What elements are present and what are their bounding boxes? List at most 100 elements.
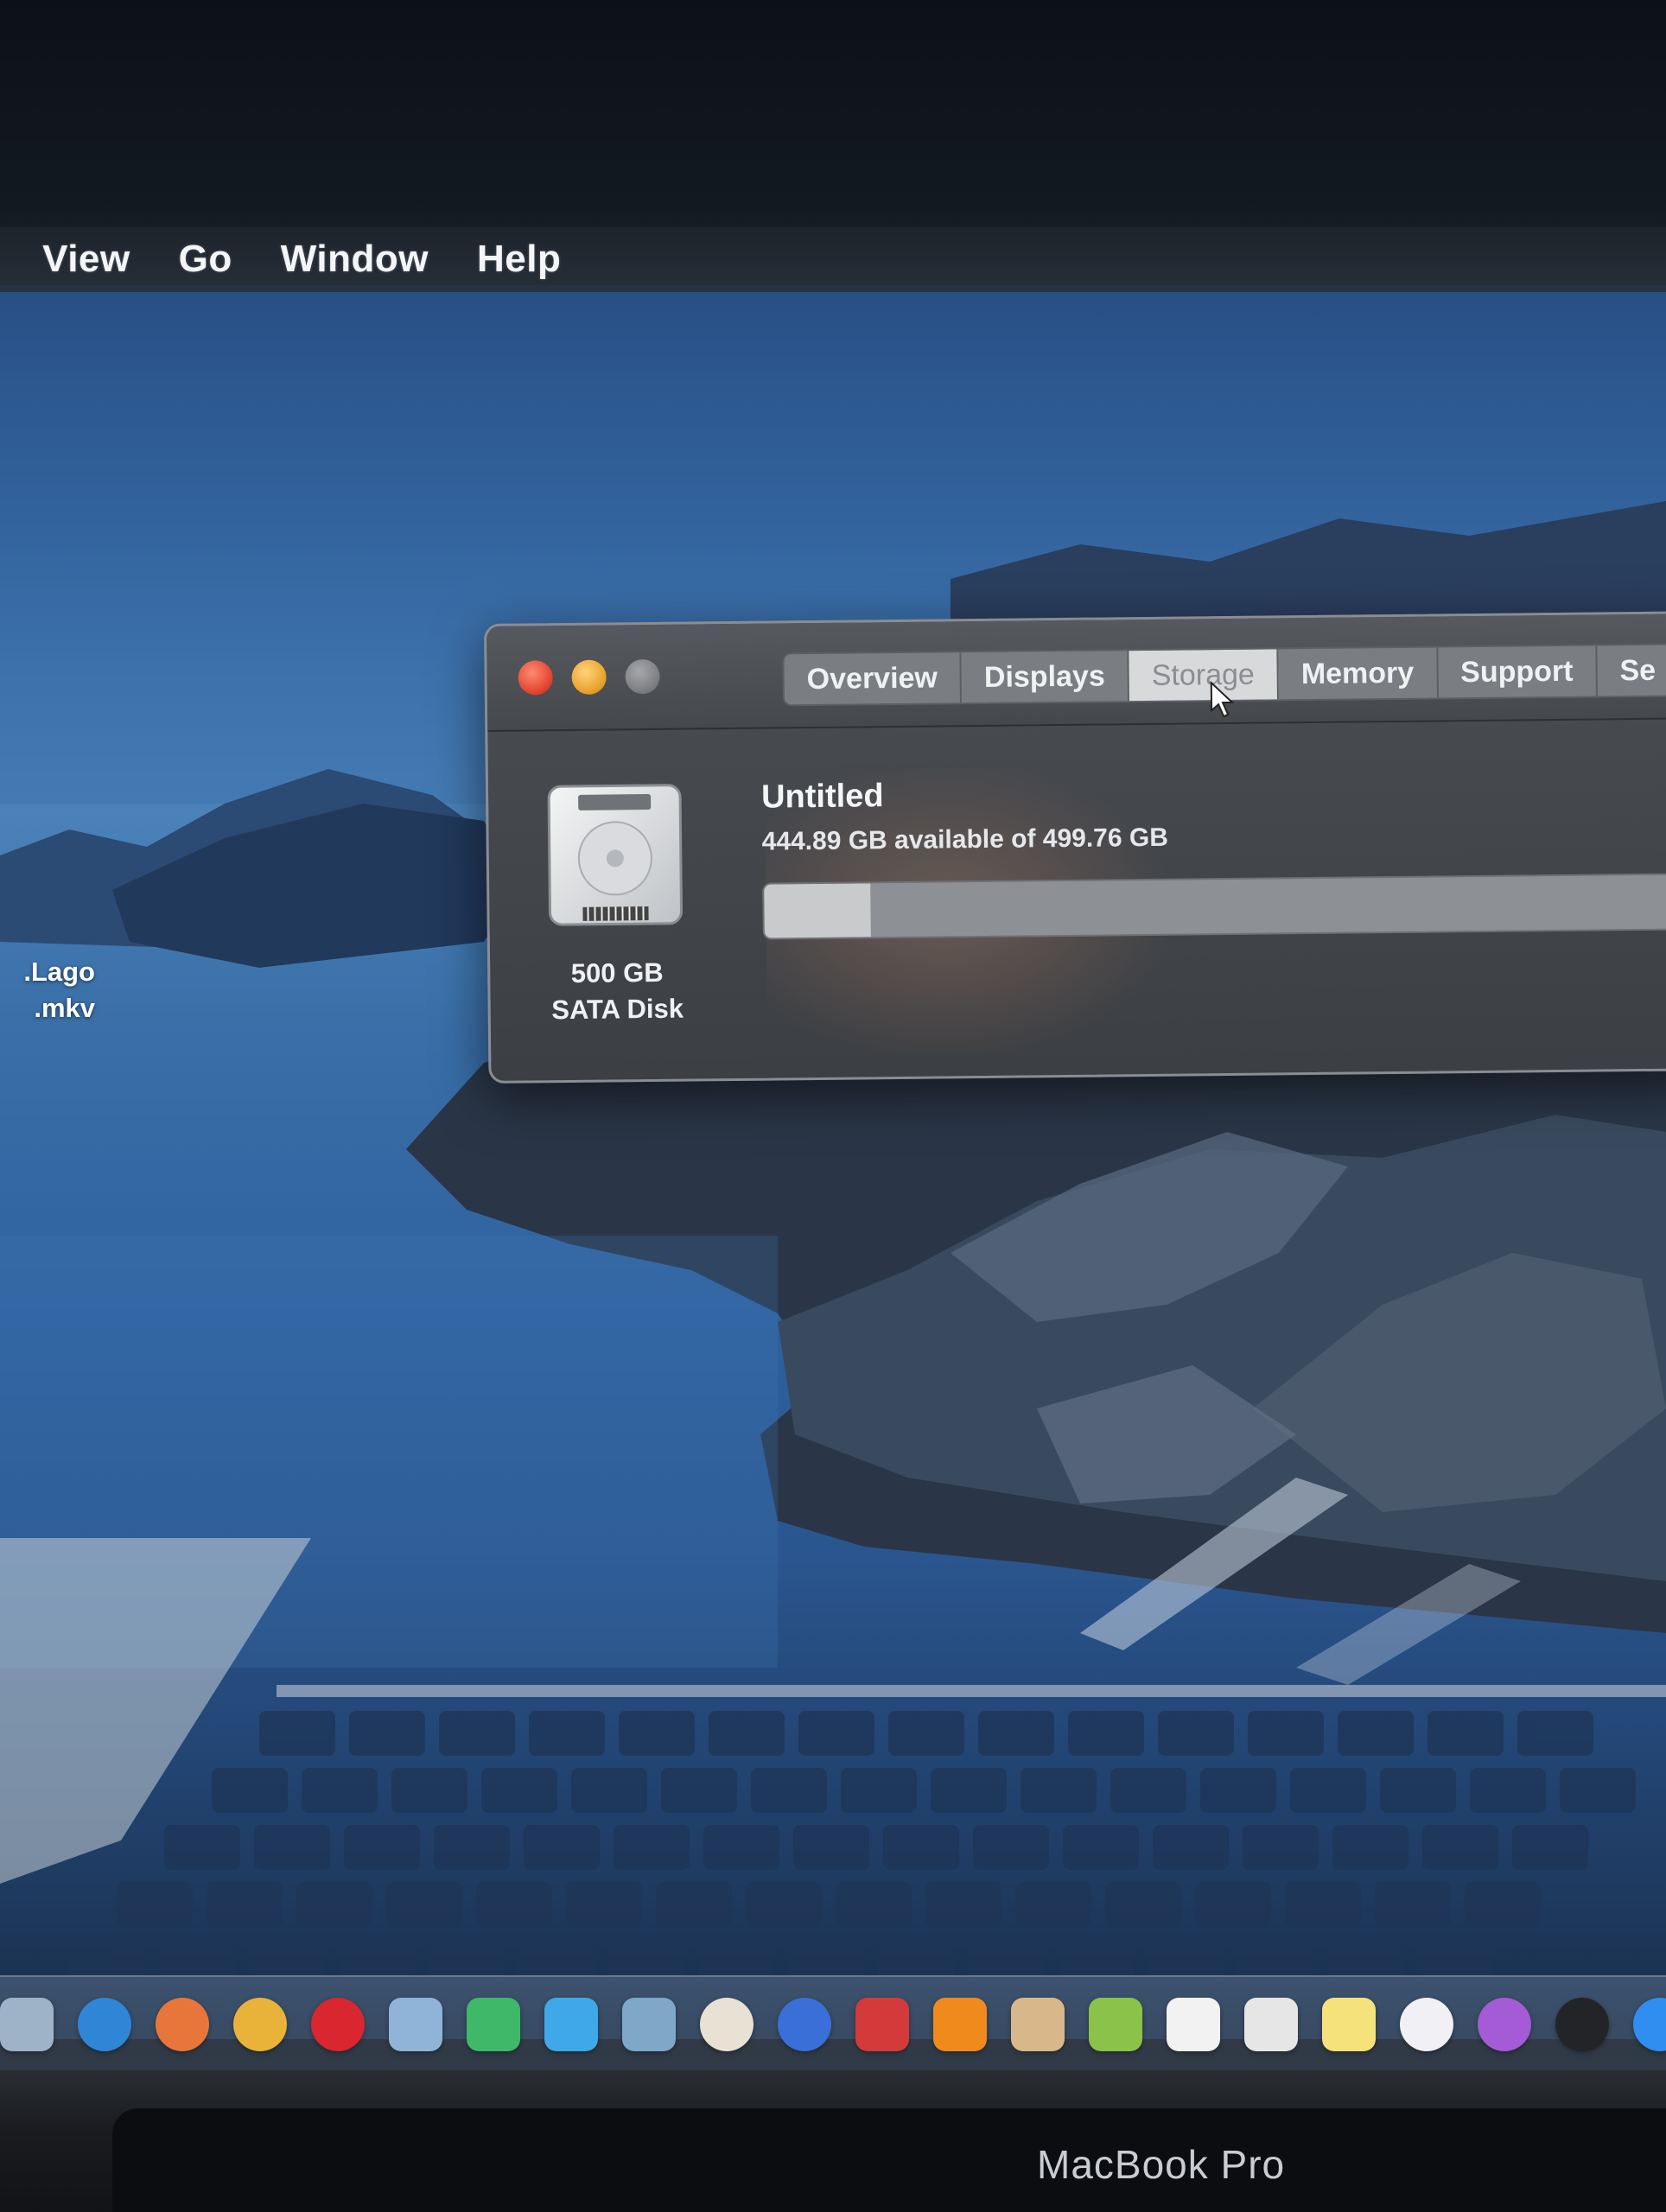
menu-item-go[interactable]: Go xyxy=(179,238,232,281)
safari-icon[interactable] xyxy=(78,1998,131,2051)
tab-support[interactable]: Support xyxy=(1437,645,1598,698)
keyboard-key-reflection xyxy=(888,1711,964,1756)
keyboard-key-reflection xyxy=(1332,1825,1408,1870)
facetime-icon[interactable] xyxy=(467,1998,520,2051)
vlc-icon[interactable] xyxy=(933,1998,987,2051)
keyboard-key-reflection xyxy=(434,1825,510,1870)
keyboard-key-reflection xyxy=(656,1882,732,1927)
firefox-icon[interactable] xyxy=(156,1998,209,2051)
keyboard-key-reflection xyxy=(212,1768,288,1813)
calendar-icon[interactable] xyxy=(1167,1998,1220,2051)
keyboard-key-reflection xyxy=(1068,1711,1144,1756)
disk-type: SATA Disk xyxy=(551,993,684,1026)
desktop-file-label-line1: .Lago xyxy=(23,957,95,987)
photo-scene: t View Go Window Help .Lago .mkv Overvie… xyxy=(0,0,1666,2212)
keyboard-key-reflection xyxy=(164,1825,240,1870)
keyboard-key-reflection xyxy=(349,1711,425,1756)
keyboard-key-reflection xyxy=(1243,1825,1319,1870)
keyboard-key-reflection xyxy=(439,1711,515,1756)
keyboard-key-reflection xyxy=(1290,1768,1366,1813)
keyboard-key-reflection xyxy=(1021,1768,1097,1813)
keyboard-key-reflection xyxy=(296,1882,372,1927)
laptop-hinge xyxy=(112,2108,1666,2212)
keyboard-key-reflection xyxy=(1285,1882,1361,1927)
menu-bar: t View Go Window Help xyxy=(0,226,1666,292)
keyboard-key-reflection xyxy=(1512,1825,1588,1870)
keyboard-key-reflection xyxy=(661,1768,737,1813)
keyboard-key-reflection xyxy=(883,1825,959,1870)
preview-icon[interactable] xyxy=(389,1998,442,2051)
chrome-icon[interactable] xyxy=(233,1998,287,2051)
keyboard-key-reflection xyxy=(798,1711,874,1756)
apple-tv-icon[interactable] xyxy=(1555,1998,1609,2051)
keyboard-key-reflection xyxy=(614,1825,690,1870)
opera-icon[interactable] xyxy=(311,1998,365,2051)
tab-memory[interactable]: Memory xyxy=(1278,647,1439,700)
tab-overview[interactable]: Overview xyxy=(784,652,963,705)
image-capture-icon[interactable] xyxy=(622,1998,676,2051)
desktop-file-label-line2: .mkv xyxy=(34,993,95,1023)
photos-icon[interactable] xyxy=(700,1998,754,2051)
keyboard-key-reflection xyxy=(566,1882,642,1927)
photo-booth-icon[interactable] xyxy=(855,1998,909,2051)
music-icon[interactable] xyxy=(1400,1998,1453,2051)
tab-service-partial[interactable]: Se xyxy=(1597,645,1666,696)
finder-icon[interactable] xyxy=(0,1998,54,2051)
menu-item-view[interactable]: View xyxy=(42,238,130,281)
menu-item-help[interactable]: Help xyxy=(477,238,561,281)
document-icon[interactable] xyxy=(1244,1998,1298,2051)
disk-caption: 500 GB SATA Disk xyxy=(525,954,710,1028)
keyboard-key-reflection xyxy=(836,1882,912,1927)
keyboard-key-reflection xyxy=(978,1711,1054,1756)
keyboard-key-reflection xyxy=(1158,1711,1234,1756)
keyboard-key-reflection xyxy=(1428,1711,1504,1756)
keyboard-key-reflection xyxy=(709,1711,785,1756)
keyboard-key-reflection xyxy=(481,1768,557,1813)
zoom-button[interactable] xyxy=(625,658,660,695)
keyboard-key-reflection xyxy=(1015,1882,1091,1927)
keyboard-key-reflection xyxy=(703,1825,779,1870)
keyboard-key-reflection xyxy=(254,1825,330,1870)
keyboard-key-reflection xyxy=(751,1768,827,1813)
keyboard-key-reflection xyxy=(931,1768,1007,1813)
keyboard-key-reflection xyxy=(1380,1768,1456,1813)
window-titlebar: Overview Displays Storage Memory Support… xyxy=(486,613,1666,732)
keyboard-key-reflection xyxy=(1153,1825,1229,1870)
keyboard-key-reflection xyxy=(925,1882,1002,1927)
keyboard-key-reflection xyxy=(1110,1768,1186,1813)
keyboard-key-reflection xyxy=(1338,1711,1414,1756)
android-icon[interactable] xyxy=(1089,1998,1142,2051)
volume-name: Untitled xyxy=(760,778,884,816)
keyboard-key-reflection xyxy=(529,1711,605,1756)
mouse-cursor-icon xyxy=(1210,680,1235,718)
notes-folder-icon[interactable] xyxy=(1011,1998,1065,2051)
keyboard-key-reflection xyxy=(1195,1882,1271,1927)
keyboard-key-reflection xyxy=(1470,1768,1546,1813)
notes-icon[interactable] xyxy=(1322,1998,1376,2051)
keyboard-key-reflection xyxy=(386,1882,462,1927)
keyboard-key-reflection xyxy=(391,1768,467,1813)
close-button[interactable] xyxy=(518,660,553,696)
keyboard-key-reflection xyxy=(1063,1825,1139,1870)
app-store-icon[interactable] xyxy=(1633,1998,1666,2051)
keyboard-key-reflection xyxy=(571,1768,647,1813)
desktop-file-mkv[interactable]: .Lago .mkv xyxy=(0,954,95,1027)
disk-capacity: 500 GB xyxy=(570,957,664,988)
storage-usage-bar xyxy=(762,872,1666,940)
keyboard-key-reflection xyxy=(1200,1768,1276,1813)
messages-icon[interactable] xyxy=(544,1998,598,2051)
minimize-button[interactable] xyxy=(571,659,607,695)
keyboard-key-reflection xyxy=(619,1711,695,1756)
menu-item-window[interactable]: Window xyxy=(281,238,429,281)
hard-disk-icon xyxy=(547,784,683,926)
keyboard-key-reflection xyxy=(973,1825,1049,1870)
keyboard-key-reflection xyxy=(1465,1882,1541,1927)
tab-storage[interactable]: Storage xyxy=(1129,649,1280,702)
keyboard-key-reflection xyxy=(524,1825,600,1870)
podcasts-icon[interactable] xyxy=(1478,1998,1531,2051)
keyboard-key-reflection xyxy=(1375,1882,1451,1927)
tab-displays[interactable]: Displays xyxy=(961,651,1130,703)
siri-icon[interactable] xyxy=(778,1998,831,2051)
keyboard-key-reflection xyxy=(1560,1768,1636,1813)
keyboard-key-reflection xyxy=(117,1882,193,1927)
